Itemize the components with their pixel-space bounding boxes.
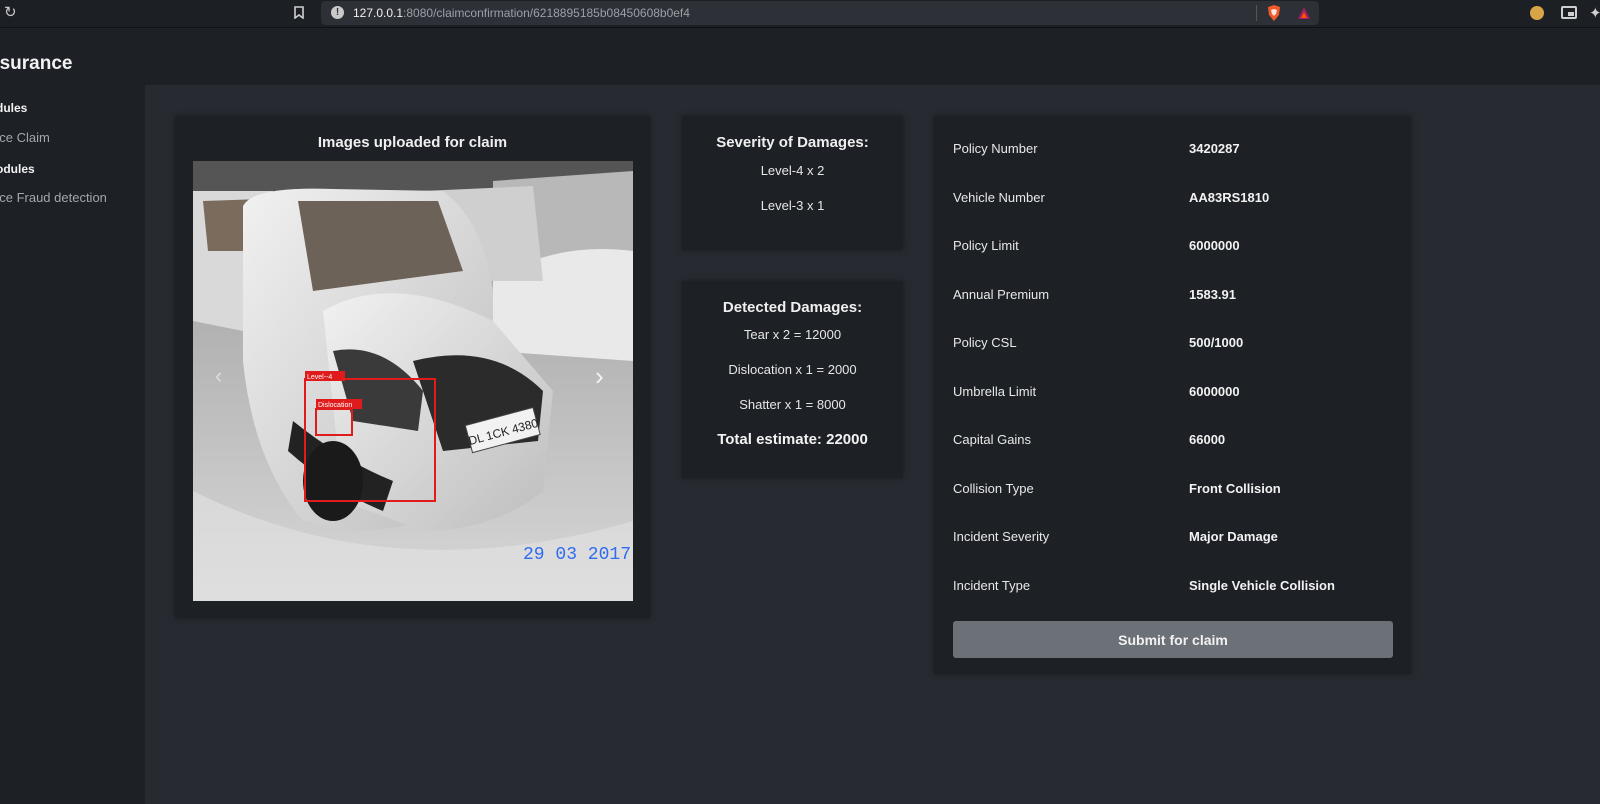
umbrella-limit-label: Umbrella Limit <box>953 384 1037 399</box>
claim-photo: DL 1CK 4380 Level--4 Dislocation 29 03 2… <box>193 161 633 601</box>
vehicle-number-value: AA83RS1810 <box>1189 190 1270 205</box>
sidebar: dules nce Claim odules nce Fraud detecti… <box>0 85 145 804</box>
extension-cookie-icon[interactable] <box>1530 6 1544 20</box>
incident-severity-label: Incident Severity <box>953 529 1050 544</box>
policy-limit-label: Policy Limit <box>953 238 1019 253</box>
bookmark-icon[interactable] <box>294 6 304 19</box>
collision-type-value: Front Collision <box>1189 481 1281 496</box>
browser-toolbar: ↻ ! 127.0.0.1:8080/claimconfirmation/621… <box>0 0 1600 28</box>
capital-gains-label: Capital Gains <box>953 432 1032 447</box>
policy-limit-value: 6000000 <box>1189 238 1240 253</box>
address-separator <box>1256 5 1257 21</box>
detection-label-level: Level--4 <box>307 374 332 381</box>
total-estimate: Total estimate: 22000 <box>717 431 868 448</box>
extension-window-icon[interactable] <box>1561 6 1577 19</box>
damages-title: Detected Damages: <box>722 299 863 316</box>
brand-title: nsurance <box>0 53 73 74</box>
brave-shield-icon[interactable] <box>1267 5 1281 21</box>
images-panel-title: Images uploaded for claim <box>317 134 508 151</box>
sidebar-heading-modules: dules <box>0 101 28 115</box>
sidebar-item-claim[interactable]: nce Claim <box>0 130 50 145</box>
sidebar-heading-modules-2: odules <box>0 162 35 176</box>
damage-item-dislocation: Dislocation x 1 = 2000 <box>728 362 857 377</box>
extension-puzzle-icon[interactable]: ✦ <box>1589 4 1600 22</box>
annual-premium-value: 1583.91 <box>1189 287 1236 302</box>
collision-type-label: Collision Type <box>953 481 1034 496</box>
policy-csl-value: 500/1000 <box>1189 335 1244 350</box>
app-header: nsurance <box>0 28 1600 85</box>
policy-number-label: Policy Number <box>953 141 1038 156</box>
policy-panel: Policy Number 3420287 Vehicle Number AA8… <box>934 116 1411 674</box>
damages-panel: Detected Damages: Tear x 2 = 12000 Dislo… <box>682 281 903 478</box>
carousel-prev-icon[interactable]: ‹ <box>215 363 222 388</box>
url-path: :8080/claimconfirmation/6218895185b08450… <box>403 6 690 20</box>
damage-item-tear: Tear x 2 = 12000 <box>743 327 842 342</box>
url-host: 127.0.0.1 <box>353 6 404 20</box>
address-bar[interactable]: ! 127.0.0.1:8080/claimconfirmation/62188… <box>321 1 1319 25</box>
damage-item-shatter: Shatter x 1 = 8000 <box>739 397 846 412</box>
images-panel: Images uploaded for claim DL 1CK 4380 Le… <box>175 116 650 618</box>
annual-premium-label: Annual Premium <box>953 287 1050 302</box>
umbrella-limit-value: 6000000 <box>1189 384 1240 399</box>
detection-label-dislocation: Dislocation <box>318 402 352 409</box>
bat-rewards-icon[interactable] <box>1297 6 1311 20</box>
severity-level-3: Level-3 x 1 <box>760 198 825 213</box>
claim-image-carousel[interactable]: DL 1CK 4380 Level--4 Dislocation 29 03 2… <box>193 161 633 601</box>
severity-level-4: Level-4 x 2 <box>760 163 825 178</box>
capital-gains-value: 66000 <box>1189 432 1226 447</box>
carousel-next-icon[interactable]: › <box>595 361 604 391</box>
incident-type-label: Incident Type <box>953 578 1031 593</box>
severity-title: Severity of Damages: <box>716 134 869 151</box>
policy-csl-label: Policy CSL <box>953 335 1017 350</box>
reload-icon[interactable]: ↻ <box>4 5 20 21</box>
incident-severity-value: Major Damage <box>1189 529 1278 544</box>
photo-date-stamp: 29 03 2017 <box>523 545 631 565</box>
vehicle-number-label: Vehicle Number <box>953 190 1045 205</box>
policy-number-value: 3420287 <box>1189 141 1240 156</box>
url-text[interactable]: 127.0.0.1:8080/claimconfirmation/6218895… <box>353 6 690 20</box>
submit-claim-button[interactable]: Submit for claim <box>953 621 1393 658</box>
sidebar-item-fraud-detection[interactable]: nce Fraud detection <box>0 190 107 205</box>
info-icon[interactable]: ! <box>331 6 344 19</box>
incident-type-value: Single Vehicle Collision <box>1189 578 1335 593</box>
severity-panel: Severity of Damages: Level-4 x 2 Level-3… <box>682 116 903 250</box>
